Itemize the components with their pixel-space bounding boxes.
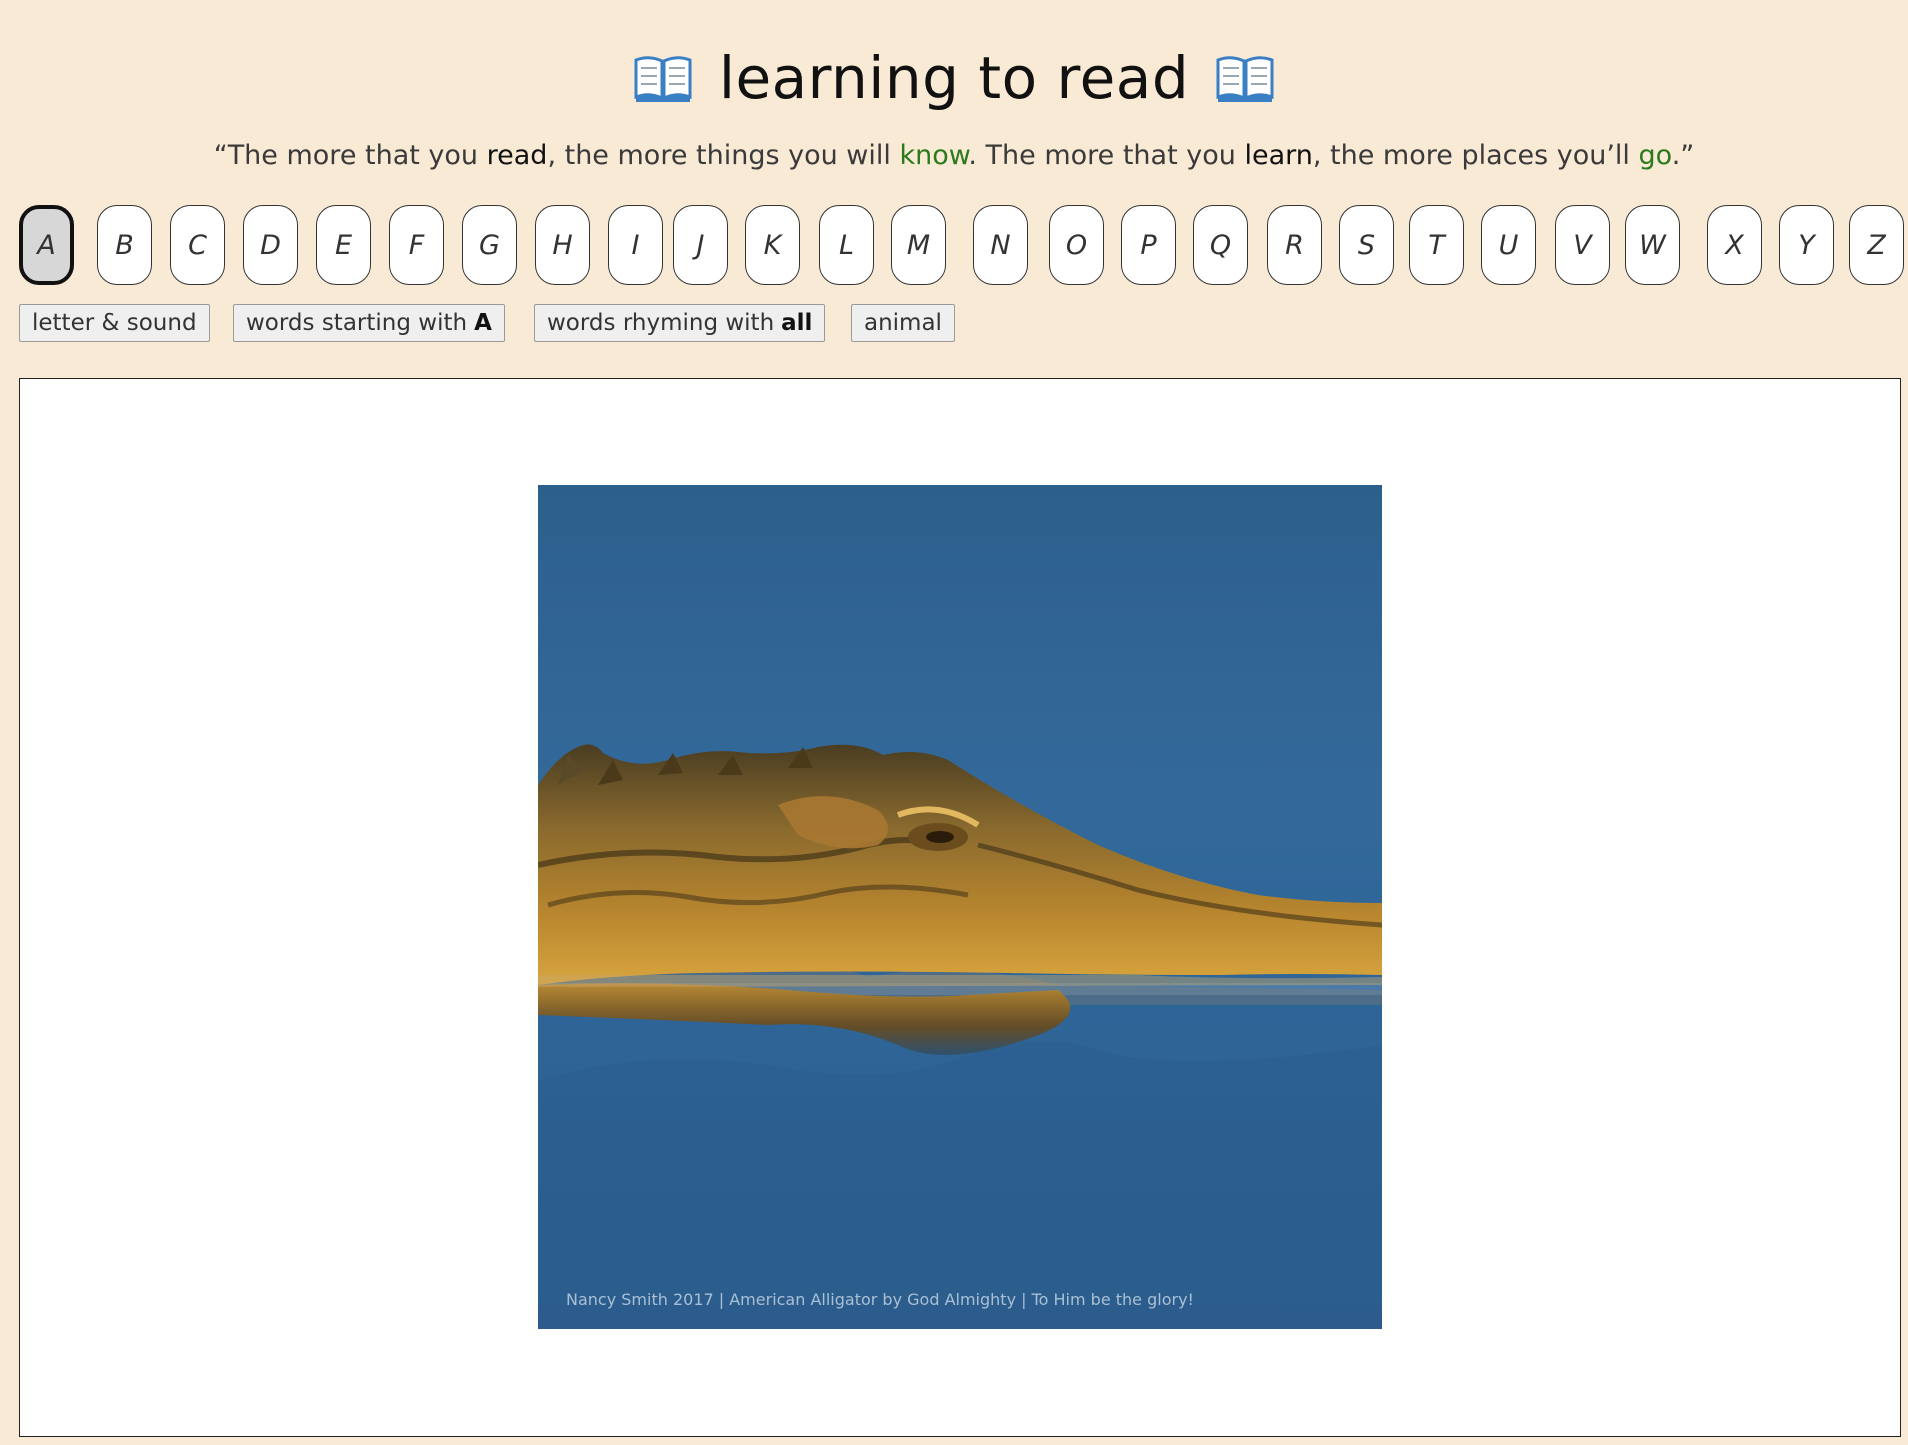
open-book-icon bbox=[1216, 56, 1274, 102]
quote-text: , the more things you will bbox=[547, 140, 900, 171]
words-rhyming-button[interactable]: words rhyming with all bbox=[534, 304, 826, 342]
letter-button-n[interactable]: N bbox=[973, 205, 1028, 285]
letter-button-k[interactable]: K bbox=[745, 205, 800, 285]
animal-button[interactable]: animal bbox=[851, 304, 955, 342]
header: learning to read bbox=[0, 38, 1908, 118]
letter-button-v[interactable]: V bbox=[1555, 205, 1610, 285]
letter-button-g[interactable]: G bbox=[462, 205, 517, 285]
letter-button-i[interactable]: I bbox=[608, 205, 663, 285]
letter-button-w[interactable]: W bbox=[1625, 205, 1680, 285]
page-title: learning to read bbox=[718, 44, 1190, 112]
letter-button-l[interactable]: L bbox=[819, 205, 874, 285]
letter-button-d[interactable]: D bbox=[243, 205, 298, 285]
quote-word-learn: learn bbox=[1244, 140, 1313, 171]
quote-text: .” bbox=[1671, 140, 1695, 171]
open-book-icon bbox=[634, 56, 692, 102]
display-panel: Nancy Smith 2017 | American Alligator by… bbox=[19, 378, 1901, 1437]
letter-button-e[interactable]: E bbox=[316, 205, 371, 285]
quote-text: . The more that you bbox=[968, 140, 1245, 171]
words-rhyming-value: all bbox=[781, 310, 813, 336]
quote-text: “The more that you bbox=[213, 140, 487, 171]
letter-button-z[interactable]: Z bbox=[1849, 205, 1904, 285]
letter-button-o[interactable]: O bbox=[1049, 205, 1104, 285]
animal-label: animal bbox=[864, 310, 942, 336]
letter-button-f[interactable]: F bbox=[389, 205, 444, 285]
quote-text: , the more places you’ll bbox=[1312, 140, 1639, 171]
quote-word-know: know bbox=[899, 140, 969, 171]
letter-button-m[interactable]: M bbox=[891, 205, 946, 285]
letter-button-r[interactable]: R bbox=[1267, 205, 1322, 285]
letter-sound-label: letter & sound bbox=[32, 310, 197, 336]
letter-button-p[interactable]: P bbox=[1121, 205, 1176, 285]
letter-button-x[interactable]: X bbox=[1707, 205, 1762, 285]
words-starting-value: A bbox=[474, 310, 492, 336]
quote-word-read: read bbox=[486, 140, 548, 171]
quote-word-go: go bbox=[1638, 140, 1672, 171]
image-credit: Nancy Smith 2017 | American Alligator by… bbox=[566, 1290, 1194, 1309]
alligator-photo: Nancy Smith 2017 | American Alligator by… bbox=[538, 485, 1382, 1329]
letter-button-b[interactable]: B bbox=[97, 205, 152, 285]
letter-button-j[interactable]: J bbox=[673, 205, 728, 285]
letter-button-t[interactable]: T bbox=[1409, 205, 1464, 285]
letter-button-c[interactable]: C bbox=[170, 205, 225, 285]
letter-sound-button[interactable]: letter & sound bbox=[19, 304, 210, 342]
letter-button-a[interactable]: A bbox=[19, 205, 74, 285]
letter-button-y[interactable]: Y bbox=[1779, 205, 1834, 285]
words-rhyming-label: words rhyming with bbox=[547, 310, 775, 336]
letter-button-u[interactable]: U bbox=[1481, 205, 1536, 285]
letter-button-s[interactable]: S bbox=[1339, 205, 1394, 285]
letter-button-h[interactable]: H bbox=[535, 205, 590, 285]
letter-button-q[interactable]: Q bbox=[1193, 205, 1248, 285]
quote: “The more that you read, the more things… bbox=[0, 140, 1908, 171]
words-starting-button[interactable]: words starting with A bbox=[233, 304, 505, 342]
words-starting-label: words starting with bbox=[246, 310, 468, 336]
